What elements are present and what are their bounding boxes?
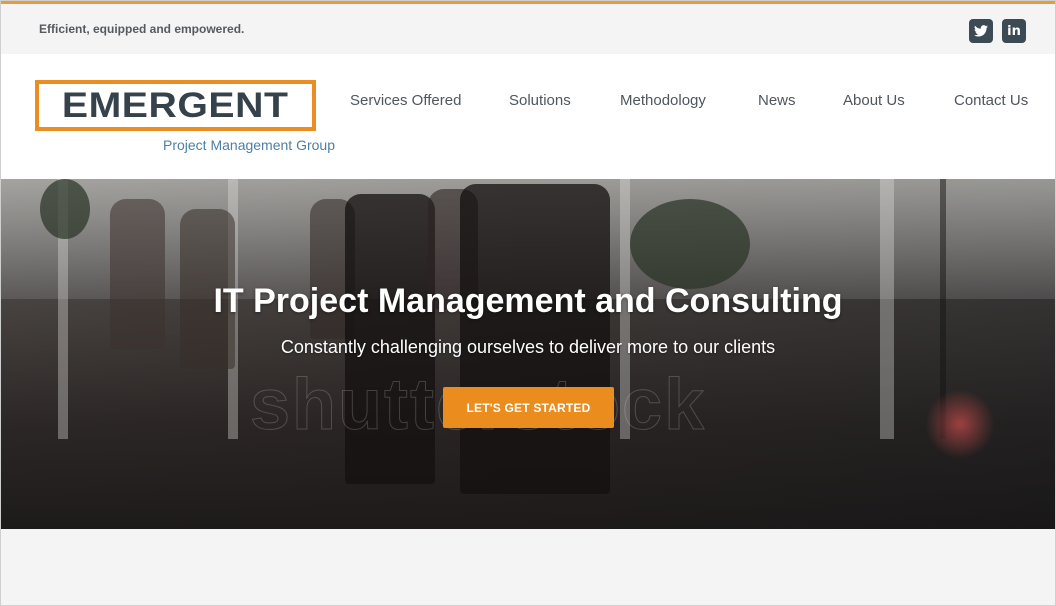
linkedin-link[interactable]: in [1002,19,1026,43]
hero-plant [40,179,90,239]
nav-news[interactable]: News [758,92,796,112]
hero-lens-flare [925,389,995,459]
site-header: EMERGENT Project Management Group Servic… [0,54,1056,179]
nav-services-offered[interactable]: Services Offered [350,92,461,112]
twitter-link[interactable] [969,19,993,43]
tagline: Efficient, equipped and empowered. [39,22,245,36]
logo-subtitle: Project Management Group [163,137,335,153]
nav-methodology[interactable]: Methodology [620,92,706,112]
hero-plant [630,199,750,289]
get-started-button[interactable]: LET'S GET STARTED [443,387,614,428]
linkedin-icon: in [1007,23,1021,39]
hero-subtitle: Constantly challenging ourselves to deli… [280,337,776,357]
logo-wordmark: EMERGENT [62,86,289,125]
nav-solutions[interactable]: Solutions [509,92,571,112]
top-bar: Efficient, equipped and empowered. in [0,0,1056,54]
nav-contact-us[interactable]: Contact Us [954,92,1028,112]
twitter-icon [974,25,988,37]
content-area [0,529,1056,606]
hero-title: IT Project Management and Consulting [213,282,843,320]
hero-banner: shutterstock IT Project Management and C… [0,179,1056,529]
logo[interactable]: EMERGENT [35,80,316,131]
hero-person [110,199,165,349]
nav-about-us[interactable]: About Us [843,92,905,112]
